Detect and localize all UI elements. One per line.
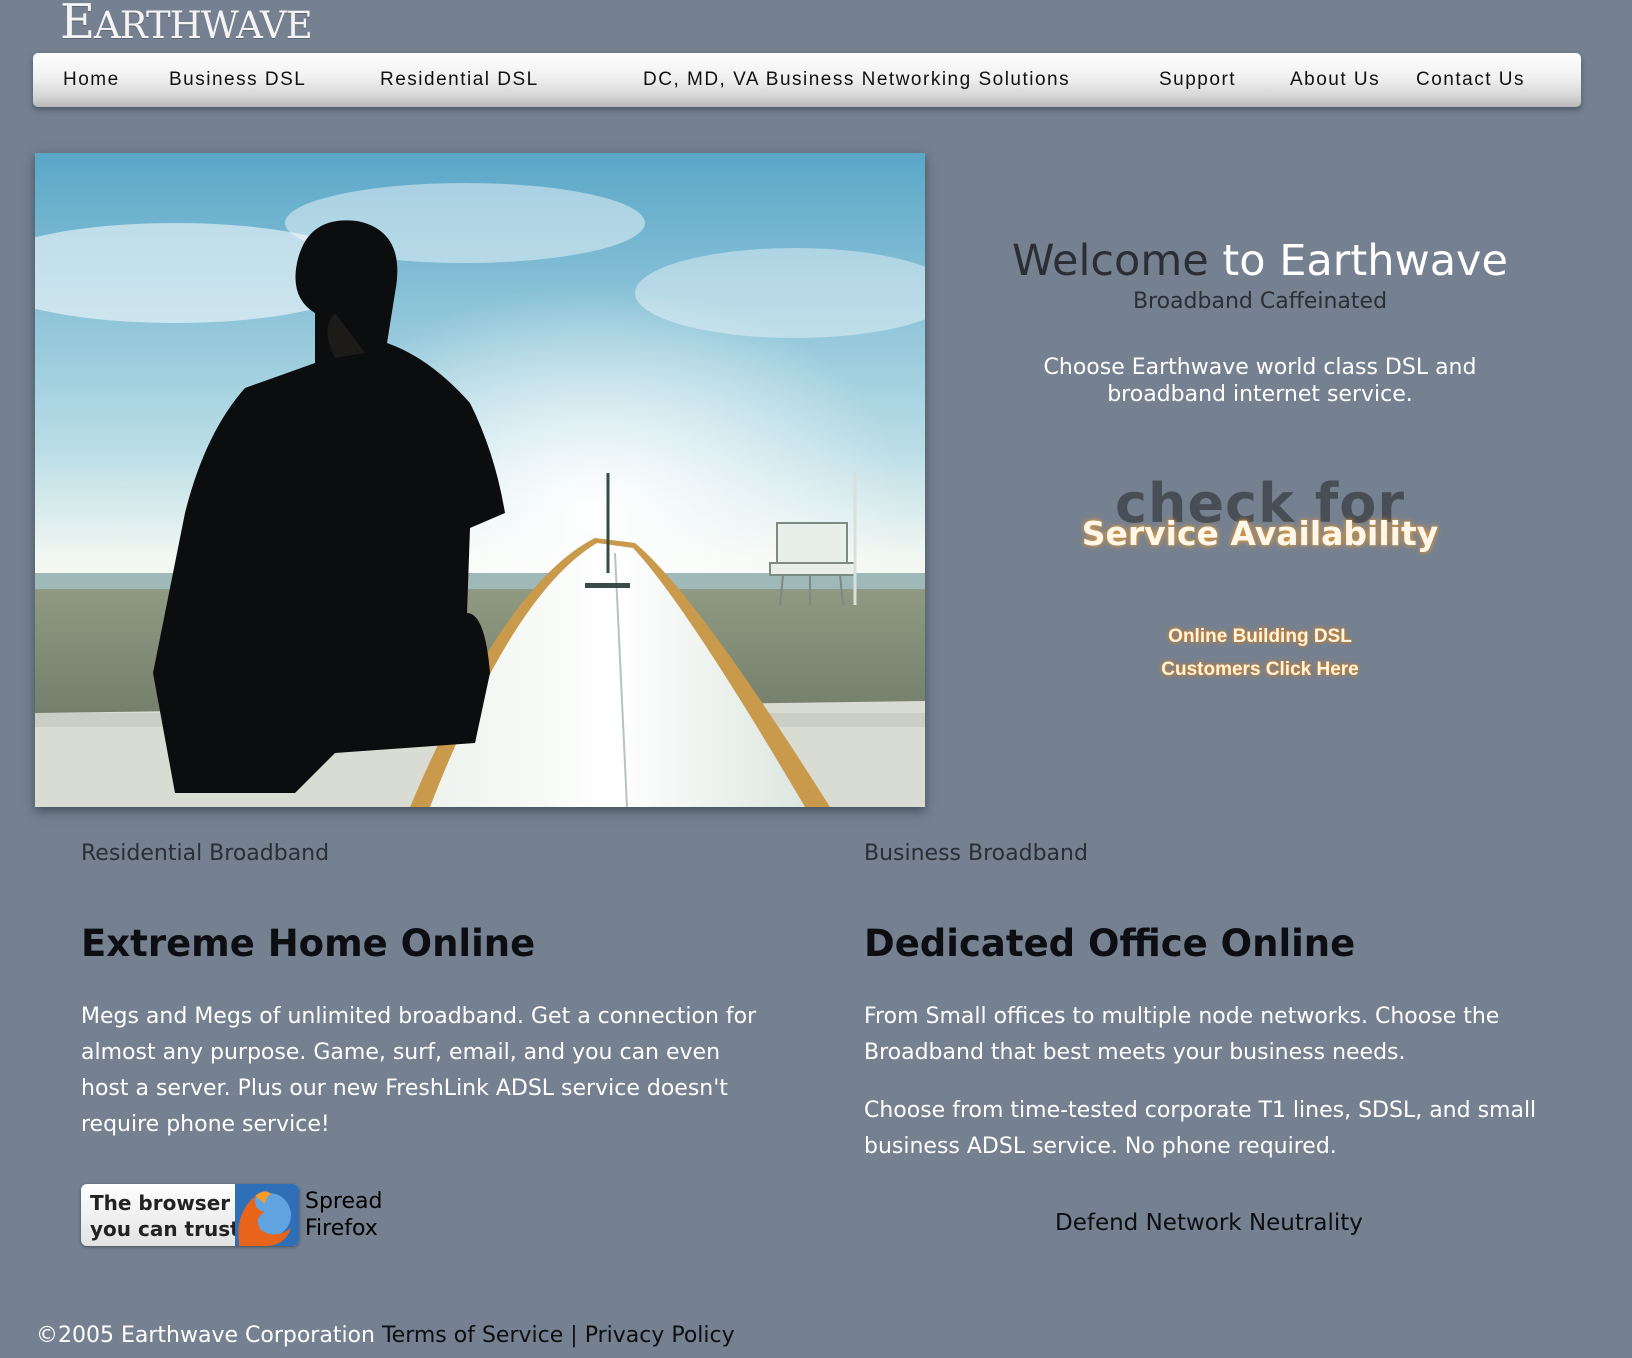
building-dsl-line2: Customers Click Here: [1161, 659, 1359, 680]
spread-line-2: Firefox: [305, 1216, 378, 1241]
nav-business-dsl[interactable]: Business DSL: [169, 69, 306, 91]
residential-heading: Extreme Home Online: [81, 922, 536, 965]
online-building-dsl-link[interactable]: Online Building DSL Customers Click Here: [1100, 620, 1420, 686]
firefox-badge-button[interactable]: The browser you can trust: [81, 1184, 299, 1246]
residential-description: Megs and Megs of unlimited broadband. Ge…: [81, 1004, 757, 1137]
copyright-text: ©2005 Earthwave Corporation: [36, 1323, 375, 1348]
logo-first-letter: E: [60, 0, 95, 50]
welcome-word: Welcome: [1012, 236, 1209, 286]
hero-beach-image: [35, 153, 925, 807]
nav-contact-us[interactable]: Contact Us: [1416, 69, 1525, 91]
check-service-availability-link[interactable]: check for Service Availability: [1050, 472, 1470, 562]
business-heading: Dedicated Office Online: [864, 922, 1356, 965]
footer: ©2005 Earthwave Corporation Terms of Ser…: [36, 1323, 735, 1348]
business-description-2: Choose from time-tested corporate T1 lin…: [864, 1098, 1537, 1159]
privacy-policy-link[interactable]: Privacy Policy: [585, 1323, 735, 1348]
main-nav-bar: Home Business DSL Residential DSL DC, MD…: [33, 53, 1581, 107]
welcome-section: Welcome to Earthwave Broadband Caffeinat…: [980, 235, 1540, 408]
firefox-logo-icon: [235, 1184, 299, 1246]
defend-network-neutrality-link[interactable]: Defend Network Neutrality: [1055, 1210, 1363, 1236]
nav-support[interactable]: Support: [1159, 69, 1236, 91]
welcome-brand-word: to Earthwave: [1222, 236, 1508, 286]
footer-separator: |: [570, 1323, 578, 1348]
badge-line-2: you can trust: [90, 1217, 240, 1241]
logo-rest: ARTHWAVE: [94, 4, 313, 47]
tagline: Broadband Caffeinated: [1132, 289, 1388, 314]
terms-of-service-link[interactable]: Terms of Service: [382, 1323, 563, 1348]
service-availability-text: Service Availability: [1081, 514, 1439, 553]
badge-line-1: The browser: [90, 1191, 231, 1215]
business-label: Business Broadband: [864, 841, 1088, 866]
welcome-description: Choose Earthwave world class DSL and bro…: [1043, 355, 1477, 407]
welcome-heading: Welcome to Earthwave: [980, 235, 1540, 287]
residential-label: Residential Broadband: [81, 841, 330, 866]
building-dsl-line1: Online Building DSL: [1168, 626, 1352, 647]
nav-about-us[interactable]: About Us: [1290, 69, 1380, 91]
hero-illustration: [35, 153, 925, 807]
business-description-1: From Small offices to multiple node netw…: [864, 1004, 1500, 1065]
earthwave-logo[interactable]: EARTHWAVE: [60, 0, 313, 50]
nav-residential-dsl[interactable]: Residential DSL: [380, 69, 539, 91]
spread-firefox-link[interactable]: Spread Firefox: [305, 1188, 382, 1242]
spread-line-1: Spread: [305, 1189, 383, 1214]
nav-home[interactable]: Home: [63, 69, 120, 91]
nav-networking-solutions[interactable]: DC, MD, VA Business Networking Solutions: [643, 69, 1070, 91]
